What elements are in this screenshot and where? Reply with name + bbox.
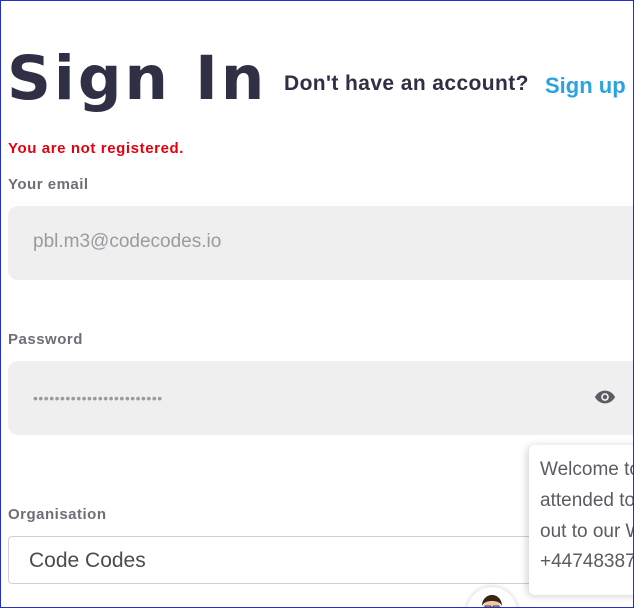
password-label: Password	[8, 331, 83, 348]
password-field[interactable]: ••••••••••••••••••••••••	[8, 361, 633, 435]
email-value: pbl.m3@codecodes.io	[33, 231, 222, 252]
chat-line-3: out to our W	[540, 521, 634, 542]
no-account-prompt: Don't have an account?	[284, 72, 529, 95]
email-label: Your email	[8, 176, 89, 193]
error-message: You are not registered.	[8, 140, 185, 157]
organisation-label: Organisation	[8, 506, 107, 523]
password-value: ••••••••••••••••••••••••	[33, 390, 163, 406]
sign-in-page: Sign In Don't have an account? Sign up Y…	[0, 0, 634, 608]
chat-line-1: Welcome to	[540, 459, 634, 480]
page-title: Sign In	[7, 43, 268, 114]
chat-avatar-icon[interactable]	[467, 587, 517, 607]
chat-line-2: attended to	[540, 490, 634, 511]
chat-line-4: +44748387	[540, 551, 634, 572]
sign-up-link[interactable]: Sign up	[545, 73, 626, 99]
eye-icon[interactable]	[594, 388, 616, 406]
email-field[interactable]: pbl.m3@codecodes.io	[8, 206, 633, 280]
organisation-value: Code Codes	[29, 549, 146, 572]
chat-popup[interactable]: Welcome to attended to out to our W +447…	[529, 445, 634, 595]
